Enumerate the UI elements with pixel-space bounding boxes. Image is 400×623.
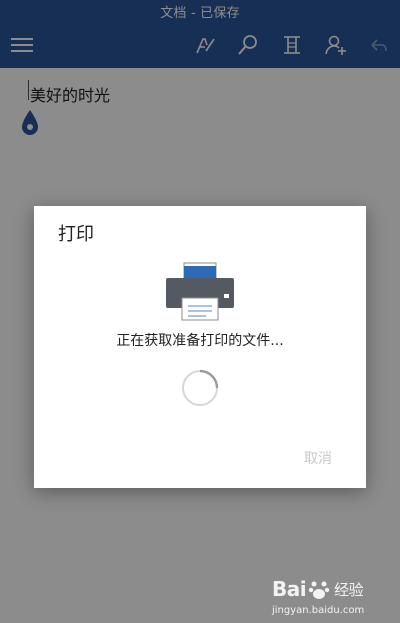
logo-suffix: 经验 [334,580,364,599]
screen: 文档 - 已保存 美好的时光 打印 正在获取准备打印的文件... 取消 Bai … [0,0,400,623]
baidu-logo: Bai 经验 [272,577,364,601]
cancel-button[interactable]: 取消 [304,448,332,468]
logo-text: Bai [272,577,307,601]
print-status-text: 正在获取准备打印的文件... [116,333,284,349]
watermark: Bai 经验 jingyan.baidu.com [272,577,372,621]
print-dialog: 打印 正在获取准备打印的文件... 取消 [34,206,366,488]
printer-icon [166,262,234,322]
paw-icon [308,581,330,599]
loading-spinner-icon [180,368,220,408]
dialog-title: 打印 [58,224,94,245]
watermark-url: jingyan.baidu.com [272,605,365,616]
